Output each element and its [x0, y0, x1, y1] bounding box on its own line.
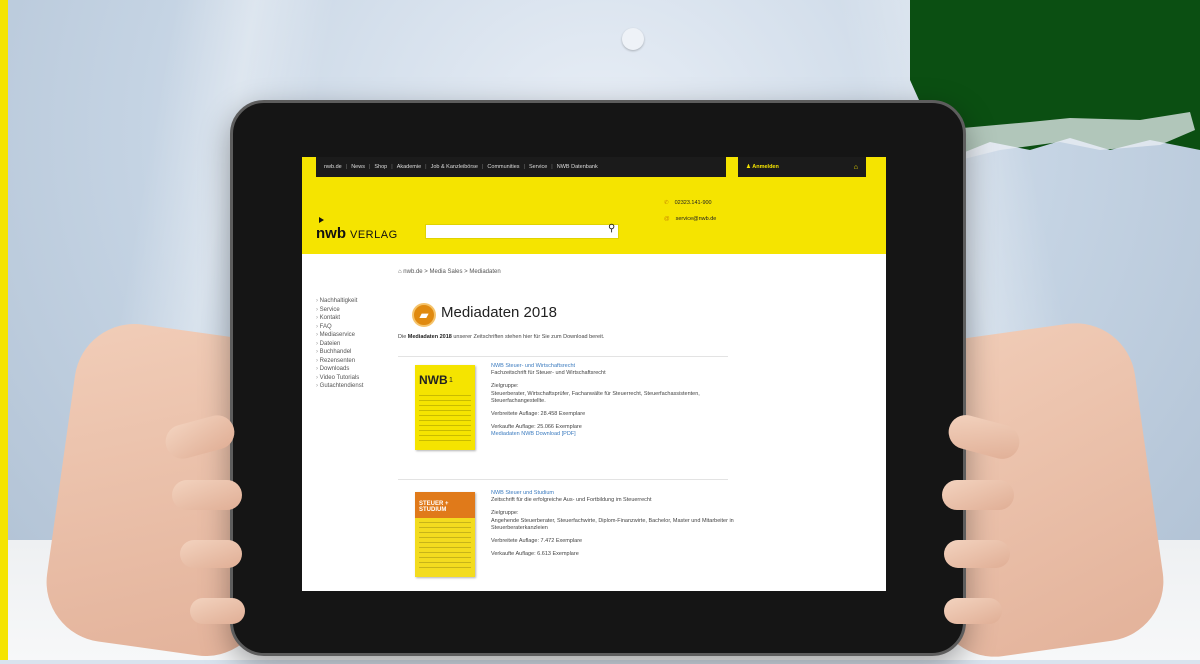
search-icon[interactable]: ⚲: [608, 223, 615, 234]
magazine-entry-steuer-studium: NWB Steuer und Studium Zeitschrift für d…: [491, 490, 751, 558]
intro-text: Die Mediadaten 2018 unserer Zeitschrifte…: [398, 334, 605, 340]
nav-item-akademie[interactable]: Akademie: [397, 164, 421, 170]
magazine-link-steuer-studium[interactable]: NWB Steuer und Studium: [491, 490, 751, 497]
breadcrumb[interactable]: ⌂ nwb.de > Media Sales > Mediadaten: [398, 269, 501, 275]
sidebar-item-buchhandel[interactable]: Buchhandel: [316, 348, 363, 357]
nav-item-nwb[interactable]: nwb.de: [324, 164, 342, 170]
email-icon: @: [664, 216, 670, 222]
shirt-button: [622, 28, 644, 50]
magazine-link-nwb[interactable]: NWB Steuer- und Wirtschaftsrecht: [491, 363, 751, 370]
logo-arrow-icon: [319, 217, 324, 223]
contact-info: ✆ 02323.141-900 @ service@nwb.de: [664, 195, 716, 227]
login-bar[interactable]: ♟ Anmelden ⌂: [738, 157, 866, 177]
sidebar-menu: Nachhaltigkeit Service Kontakt FAQ Media…: [316, 297, 364, 391]
left-finger-1: [172, 480, 242, 510]
logo-main: nwb: [316, 225, 346, 242]
nav-item-service[interactable]: Service: [529, 164, 547, 170]
magazine-cover-nwb[interactable]: NWB 1: [415, 365, 475, 450]
login-label[interactable]: Anmelden: [752, 164, 779, 170]
sidebar-item-downloads[interactable]: Downloads: [316, 365, 363, 374]
tablet-screen: nwb.de | News | Shop | Akademie | Job & Kanz…: [302, 157, 886, 591]
sidebar-item-gutachtendienst[interactable]: Gutachtendienst: [316, 382, 364, 391]
yellow-accent-bar: [0, 0, 8, 660]
right-finger-3: [944, 598, 1002, 624]
nwb-logo[interactable]: nwb VERLAG: [316, 225, 398, 242]
logo-sub: VERLAG: [350, 229, 398, 241]
right-finger-2: [944, 540, 1010, 568]
nav-item-shop[interactable]: Shop: [374, 164, 387, 170]
email-address[interactable]: service@nwb.de: [676, 216, 717, 222]
left-finger-2: [180, 540, 242, 568]
download-link-nwb[interactable]: Mediadaten NWB Download [PDF]: [491, 431, 751, 438]
lock-icon[interactable]: ⌂: [854, 164, 858, 171]
divider: [398, 479, 728, 480]
magazine-cover-steuer-studium[interactable]: STEUER + STUDIUM: [415, 492, 475, 577]
left-finger-3: [190, 598, 245, 624]
nav-item-communities[interactable]: Communities: [487, 164, 519, 170]
sidebar-item-faq[interactable]: FAQ: [316, 323, 363, 332]
sidebar-item-mediaservice[interactable]: Mediaservice: [316, 331, 363, 340]
page-title: Mediadaten 2018: [441, 304, 557, 321]
divider: [398, 356, 728, 357]
phone-number[interactable]: 02323.141-900: [675, 200, 712, 206]
nav-item-jobs[interactable]: Job & Kanzleibörse: [431, 164, 478, 170]
magazine-entry-nwb: NWB Steuer- und Wirtschaftsrecht Fachzei…: [491, 363, 751, 439]
sidebar-item-dateien[interactable]: Dateien: [316, 340, 363, 349]
top-navigation: nwb.de | News | Shop | Akademie | Job & Kanz…: [316, 157, 726, 177]
sidebar-item-nachhaltigkeit[interactable]: Nachhaltigkeit: [316, 297, 363, 306]
nav-item-news[interactable]: News: [351, 164, 365, 170]
folder-icon: ▰: [412, 303, 436, 327]
sidebar-item-service[interactable]: Service: [316, 306, 363, 315]
sidebar-item-kontakt[interactable]: Kontakt: [316, 314, 363, 323]
sidebar-item-video-tutorials[interactable]: Video Tutorials: [316, 374, 363, 383]
cover-number: 1: [449, 377, 453, 384]
sidebar-item-rezensenten[interactable]: Rezensenten: [316, 357, 363, 366]
nav-item-datenbank[interactable]: NWB Datenbank: [557, 164, 598, 170]
right-finger-1: [942, 480, 1014, 510]
phone-icon: ✆: [664, 200, 669, 206]
search-input[interactable]: [425, 224, 619, 239]
